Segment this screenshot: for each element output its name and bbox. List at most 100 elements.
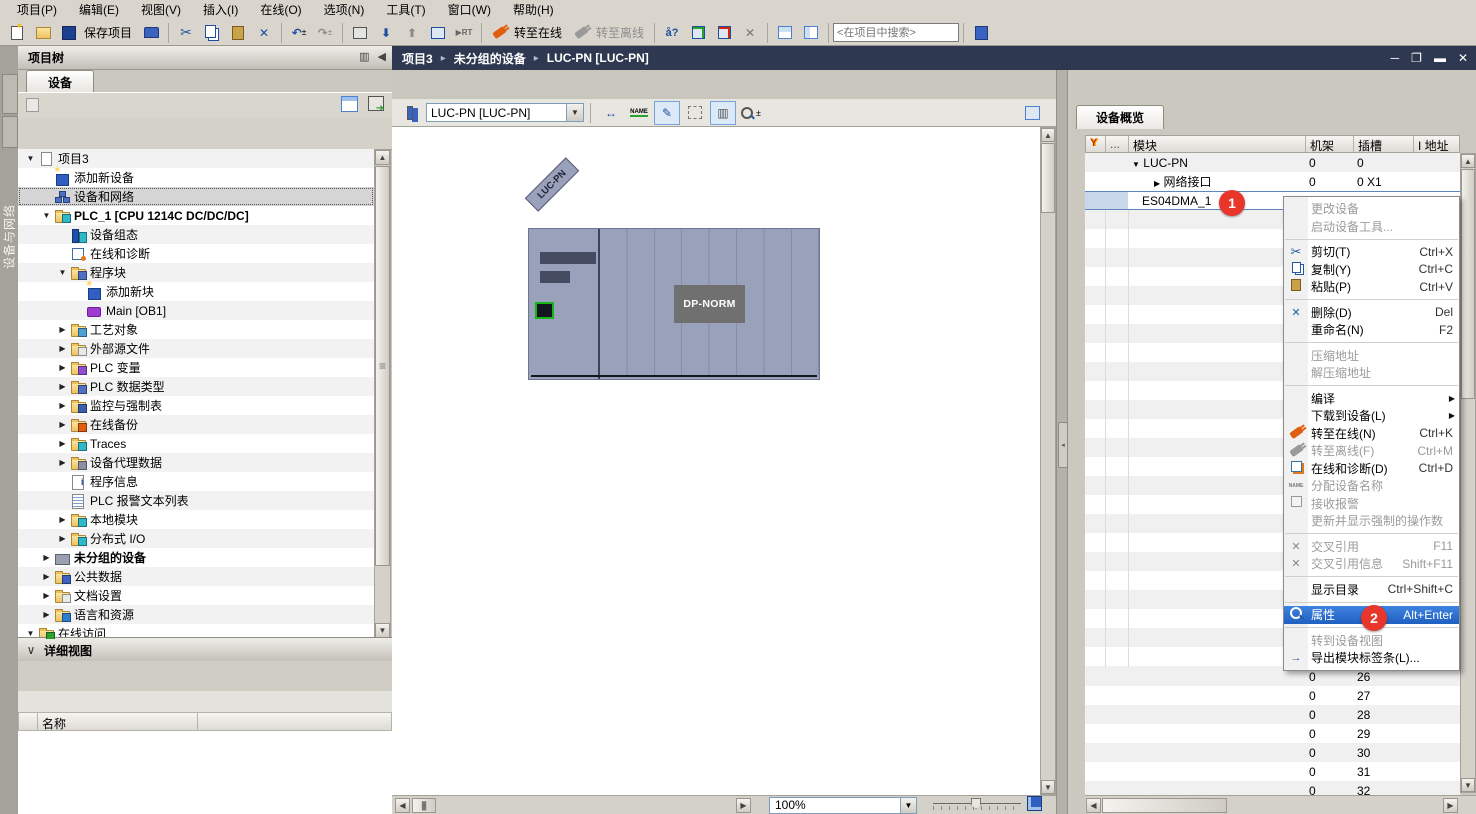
table-row[interactable]: 027 (1085, 686, 1460, 705)
measure-icon[interactable]: ↔ (598, 101, 624, 125)
menu-item-go-offline[interactable]: 转至离线(F)Ctrl+M (1284, 442, 1459, 460)
ethernet-port-icon[interactable] (535, 302, 554, 319)
tree-item-main-ob1[interactable]: Main [OB1] (18, 301, 374, 320)
split-editor-horizontal-icon[interactable] (773, 21, 797, 45)
menu-item-export-module-labels[interactable]: →导出模块标签条(L)... (1284, 649, 1459, 667)
tree-item-documentation-settings[interactable]: ▶文档设置 (18, 586, 374, 605)
status-column-icon[interactable]: Y (1086, 136, 1106, 152)
tree-item-program-info[interactable]: 程序信息 (18, 472, 374, 491)
dp-norm-module[interactable]: DP-NORM (674, 285, 745, 323)
save-project-label[interactable]: 保存项目 (84, 24, 132, 41)
devices-networks-vertical-label[interactable]: 设备与网络 (1, 192, 18, 282)
runtime-icon[interactable]: ▶RT (452, 21, 476, 45)
table-vscrollbar[interactable]: ▲ ▼ (1460, 153, 1476, 793)
compile-icon[interactable] (348, 21, 372, 45)
scrollbar-thumb[interactable] (1102, 798, 1227, 813)
menu-item-copy[interactable]: 复制(Y)Ctrl+C (1284, 261, 1459, 279)
diagnostics-icon[interactable]: å? (660, 21, 684, 45)
table-row-device[interactable]: ▼ LUC-PN 0 0 (1085, 153, 1460, 172)
menu-item-compile[interactable]: 编译▶ (1284, 390, 1459, 408)
print-icon[interactable] (139, 21, 163, 45)
upload-from-device-icon[interactable]: ⬆ (400, 21, 424, 45)
cut-icon[interactable]: ✂ (174, 21, 198, 45)
scrollbar-thumb[interactable] (1461, 169, 1475, 399)
tree-item-program-blocks[interactable]: ▼程序块 (18, 263, 374, 282)
menu-item-paste[interactable]: 粘贴(P)Ctrl+V (1284, 278, 1459, 296)
device-rotated-label[interactable]: LUC-PN (525, 157, 579, 211)
scroll-right-icon[interactable]: ▶ (736, 798, 751, 813)
scroll-right-icon[interactable]: ▶ (1443, 798, 1458, 813)
chevron-down-icon[interactable]: ▼ (566, 104, 583, 121)
menu-item-rename[interactable]: 重命名(N)F2 (1284, 321, 1459, 339)
panel-splitter[interactable]: ◂ (1056, 70, 1068, 814)
menu-project[interactable]: 项目(P) (6, 0, 68, 20)
go-online-label[interactable]: 转至在线 (514, 24, 562, 41)
expand-all-icon[interactable]: ➜ (368, 96, 384, 114)
menu-item-cross-reference-info[interactable]: ✕交叉引用信息Shift+F11 (1284, 555, 1459, 573)
table-row-interface[interactable]: ▶ 网络接口 0 0 X1 (1085, 172, 1460, 191)
tree-item-ungrouped-devices[interactable]: ▶未分组的设备 (18, 548, 374, 567)
menu-online[interactable]: 在线(O) (249, 0, 312, 20)
hscroll-grip[interactable]: ▮ (412, 798, 436, 813)
tree-item-watch-tables[interactable]: ▶监控与强制表 (18, 396, 374, 415)
add-item-icon[interactable] (26, 98, 39, 115)
menu-item-cut[interactable]: ✂剪切(T)Ctrl+X (1284, 243, 1459, 261)
download-to-device-icon[interactable]: ⬇ (374, 21, 398, 45)
menu-item-start-device-tool[interactable]: 启动设备工具... (1284, 218, 1459, 236)
menu-item-go-to-device-view[interactable]: 转到设备视图 (1284, 632, 1459, 650)
open-project-icon[interactable] (31, 21, 55, 45)
scroll-down-icon[interactable]: ▼ (1461, 778, 1475, 792)
project-library-icon[interactable] (969, 21, 993, 45)
table-row[interactable]: 029 (1085, 724, 1460, 743)
assign-name-icon[interactable]: NAME (626, 101, 652, 125)
start-simulation-icon[interactable] (426, 21, 450, 45)
save-project-icon[interactable] (57, 21, 81, 45)
menu-item-online-diagnostics[interactable]: 在线和诊断(D)Ctrl+D (1284, 460, 1459, 478)
copy-icon[interactable] (200, 21, 224, 45)
project-tree-scrollbar[interactable]: ▲ ≡ ▼ (374, 149, 391, 639)
dots-column[interactable]: ... (1106, 136, 1129, 152)
menu-item-go-online[interactable]: 转至在线(N)Ctrl+K (1284, 425, 1459, 443)
table-view-icon[interactable] (341, 96, 358, 115)
stop-cpu-icon[interactable] (712, 21, 736, 45)
zoom-slider[interactable] (933, 798, 1021, 812)
scrollbar-thumb[interactable]: ≡ (375, 166, 390, 566)
zoom-level-select[interactable]: 100% ▼ (769, 797, 917, 814)
collapse-panel-icon[interactable]: ◀ (378, 50, 386, 63)
tree-item-traces[interactable]: ▶Traces (18, 434, 374, 453)
pane-mode-icon[interactable] (1019, 101, 1045, 125)
device-graphic[interactable]: DP-NORM (528, 228, 820, 380)
tab-devices[interactable]: 设备 (26, 70, 94, 93)
table-row[interactable]: 028 (1085, 705, 1460, 724)
menu-window[interactable]: 窗口(W) (437, 0, 502, 20)
new-project-icon[interactable]: ✶ (5, 21, 29, 45)
cross-reference-icon[interactable]: ✕ (738, 21, 762, 45)
search-input[interactable] (833, 23, 959, 42)
tree-item-plc1[interactable]: ▼PLC_1 [CPU 1214C DC/DC/DC] (18, 206, 374, 225)
chevron-down-icon[interactable]: ∨ (18, 643, 44, 657)
tab-device-overview[interactable]: 设备概览 (1076, 105, 1164, 129)
breadcrumb-project[interactable]: 项目3 (402, 50, 433, 67)
tree-item-devices-networks[interactable]: 设备和网络 (18, 187, 374, 206)
menu-view[interactable]: 视图(V) (130, 0, 192, 20)
menu-item-receive-alarms[interactable]: 接收报警 (1284, 495, 1459, 513)
redo-icon[interactable]: ↷± (313, 21, 337, 45)
menu-item-change-device[interactable]: 更改设备 (1284, 200, 1459, 218)
tree-item-device-config[interactable]: 设备组态 (18, 225, 374, 244)
menu-tools[interactable]: 工具(T) (375, 0, 436, 20)
menu-item-uncompress-addresses[interactable]: 解压缩地址 (1284, 364, 1459, 382)
menu-edit[interactable]: 编辑(E) (68, 0, 130, 20)
go-online-plug-icon[interactable] (487, 21, 511, 45)
snap-grid-icon[interactable] (682, 101, 708, 125)
minimize-button[interactable]: ─ (1391, 51, 1400, 65)
tree-item-plc-data-types[interactable]: ▶PLC 数据类型 (18, 377, 374, 396)
go-offline-plug-icon[interactable] (569, 21, 593, 45)
tree-item-local-modules[interactable]: ▶本地模块 (18, 510, 374, 529)
scrollbar-thumb[interactable] (1041, 143, 1055, 213)
menu-item-cross-reference[interactable]: ✕交叉引用F11 (1284, 538, 1459, 556)
device-selector[interactable]: LUC-PN [LUC-PN] ▼ (426, 103, 584, 122)
tree-item-plc-alarm-text-lists[interactable]: PLC 报警文本列表 (18, 491, 374, 510)
close-button[interactable]: ✕ (1458, 51, 1468, 65)
tree-item-add-new-device[interactable]: 添加新设备 (18, 168, 374, 187)
table-row[interactable]: 031 (1085, 762, 1460, 781)
